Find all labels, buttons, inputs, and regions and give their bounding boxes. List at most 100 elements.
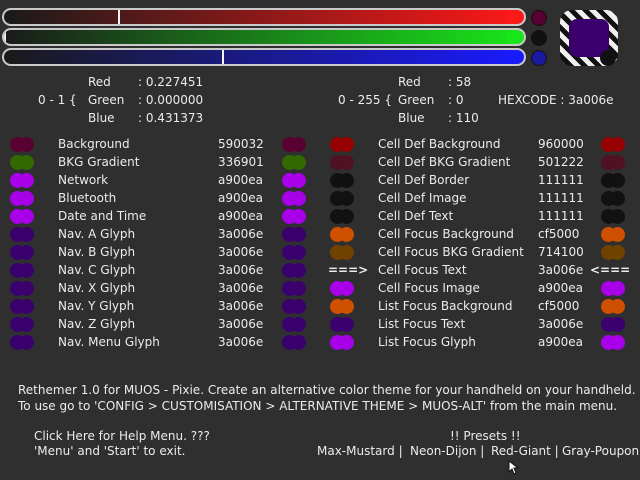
color-row-label: Cell Def BKG Gradient — [378, 155, 511, 169]
color-row-label: Nav. Menu Glyph — [58, 335, 160, 349]
float-blue-value: : 0.431373 — [138, 111, 204, 125]
exit-hint: 'Menu' and 'Start' to exit. — [34, 444, 186, 458]
color-row-label: Cell Def Background — [378, 137, 501, 151]
color-row-label: Nav. C Glyph — [58, 263, 136, 277]
float-red-value: : 0.227451 — [138, 75, 204, 89]
color-row-hex: a900ea — [218, 173, 263, 187]
color-swatch-icon — [10, 298, 34, 314]
color-row-label: Cell Def Image — [378, 191, 467, 205]
color-swatch-icon — [282, 226, 306, 242]
color-swatch-icon — [601, 280, 625, 296]
color-swatch-icon — [330, 244, 354, 260]
color-swatch-icon — [282, 190, 306, 206]
int-blue-value: : 110 — [448, 111, 479, 125]
color-swatch-icon — [330, 280, 354, 296]
int-blue-label: Blue — [398, 111, 425, 125]
color-row-hex: a900ea — [218, 191, 263, 205]
color-swatch-icon — [330, 334, 354, 350]
red-slider-thumb[interactable] — [118, 10, 120, 24]
color-swatch-icon — [10, 334, 34, 350]
float-blue-label: Blue — [88, 111, 115, 125]
color-swatch-icon — [601, 316, 625, 332]
preset-max-mustard[interactable]: Max-Mustard | — [317, 444, 403, 458]
color-swatch-icon — [601, 244, 625, 260]
preset-neon-dijon[interactable]: Neon-Dijon | — [410, 444, 484, 458]
color-row-hex: 3a006e — [538, 317, 584, 331]
color-swatch-icon — [601, 190, 625, 206]
red-channel-dot — [531, 10, 547, 26]
float-green-value: : 0.000000 — [138, 93, 204, 107]
green-slider-end-knob — [506, 31, 519, 44]
color-swatch-icon — [330, 226, 354, 242]
red-slider[interactable] — [2, 8, 526, 26]
color-row-hex: 3a006e — [538, 263, 584, 277]
preset-gray-poupon[interactable]: Gray-Poupon — [562, 444, 639, 458]
color-row-hex: 3a006e — [218, 299, 264, 313]
color-row-hex: 3a006e — [218, 281, 264, 295]
help-menu-link[interactable]: Click Here for Help Menu. ??? — [34, 429, 210, 443]
color-row-label: Background — [58, 137, 130, 151]
color-row-label: Date and Time — [58, 209, 147, 223]
color-swatch-icon — [282, 154, 306, 170]
float-range-prefix: 0 - 1 { — [38, 93, 77, 107]
color-row-label: Nav. Y Glyph — [58, 299, 135, 313]
color-row-label: Cell Focus Background — [378, 227, 514, 241]
color-row-hex: 590032 — [218, 137, 264, 151]
color-swatch-icon — [601, 172, 625, 188]
color-swatch-icon — [10, 190, 34, 206]
color-row-label: List Focus Background — [378, 299, 513, 313]
color-swatch-icon — [282, 298, 306, 314]
color-swatch-icon — [282, 280, 306, 296]
hexcode-readout: HEXCODE : 3a006e — [498, 93, 614, 107]
color-row-hex: 714100 — [538, 245, 584, 259]
preset-red-giant[interactable]: Red-Giant | — [491, 444, 559, 458]
color-row-hex: cf5000 — [538, 299, 580, 313]
green-slider[interactable] — [2, 28, 526, 46]
color-row-label: Cell Focus BKG Gradient — [378, 245, 524, 259]
color-swatch-icon — [10, 136, 34, 152]
color-row-hex: a900ea — [538, 281, 583, 295]
color-swatch-icon — [330, 154, 354, 170]
color-swatch-icon — [10, 208, 34, 224]
blue-channel-dot — [531, 50, 547, 66]
color-swatch-icon — [601, 208, 625, 224]
color-swatch-icon — [10, 262, 34, 278]
presets-title: !! Presets !! — [450, 429, 521, 443]
selection-arrow-left: ===> — [328, 263, 369, 277]
color-preview — [560, 10, 618, 66]
color-row-hex: 336901 — [218, 155, 264, 169]
color-row-label: Cell Def Text — [378, 209, 454, 223]
color-swatch-icon — [330, 316, 354, 332]
color-row-label: Network — [58, 173, 109, 187]
green-slider-thumb[interactable] — [4, 30, 6, 44]
int-red-label: Red — [398, 75, 421, 89]
color-row-label: BKG Gradient — [58, 155, 140, 169]
int-green-value: : 0 — [448, 93, 464, 107]
blue-slider-end-knob — [506, 51, 519, 64]
color-swatch-icon — [10, 244, 34, 260]
color-swatch-icon — [10, 154, 34, 170]
color-row-label: Cell Def Border — [378, 173, 470, 187]
color-row-label: Nav. A Glyph — [58, 227, 136, 241]
float-green-label: Green — [88, 93, 125, 107]
color-row-label: Nav. Z Glyph — [58, 317, 136, 331]
color-row-hex: 111111 — [538, 191, 584, 205]
color-row-label: Cell Focus Image — [378, 281, 480, 295]
blue-slider[interactable] — [2, 48, 526, 66]
color-row-hex: 111111 — [538, 173, 584, 187]
color-swatch-icon — [330, 172, 354, 188]
int-red-value: : 58 — [448, 75, 472, 89]
color-swatch-icon — [10, 316, 34, 332]
color-row-hex: 3a006e — [218, 317, 264, 331]
color-row-hex: 960000 — [538, 137, 584, 151]
int-range-prefix: 0 - 255 { — [338, 93, 392, 107]
blue-slider-thumb[interactable] — [222, 50, 224, 64]
color-row-hex: a900ea — [218, 209, 263, 223]
color-swatch-icon — [601, 226, 625, 242]
selection-arrow-right: <=== — [590, 263, 631, 277]
color-swatch-icon — [601, 136, 625, 152]
int-green-label: Green — [398, 93, 435, 107]
color-row-hex: 111111 — [538, 209, 584, 223]
preview-corner-dot — [600, 50, 616, 66]
color-swatch-icon — [601, 298, 625, 314]
